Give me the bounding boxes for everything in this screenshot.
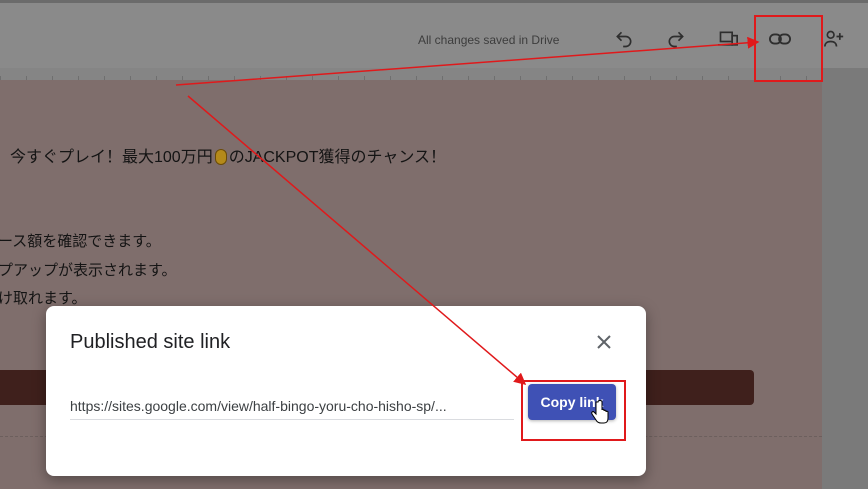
hand-cursor-icon (591, 400, 609, 424)
arrow-to-copy-button (187, 95, 527, 385)
annotation-arrows (175, 36, 760, 385)
arrow-to-link-icon (175, 36, 760, 86)
